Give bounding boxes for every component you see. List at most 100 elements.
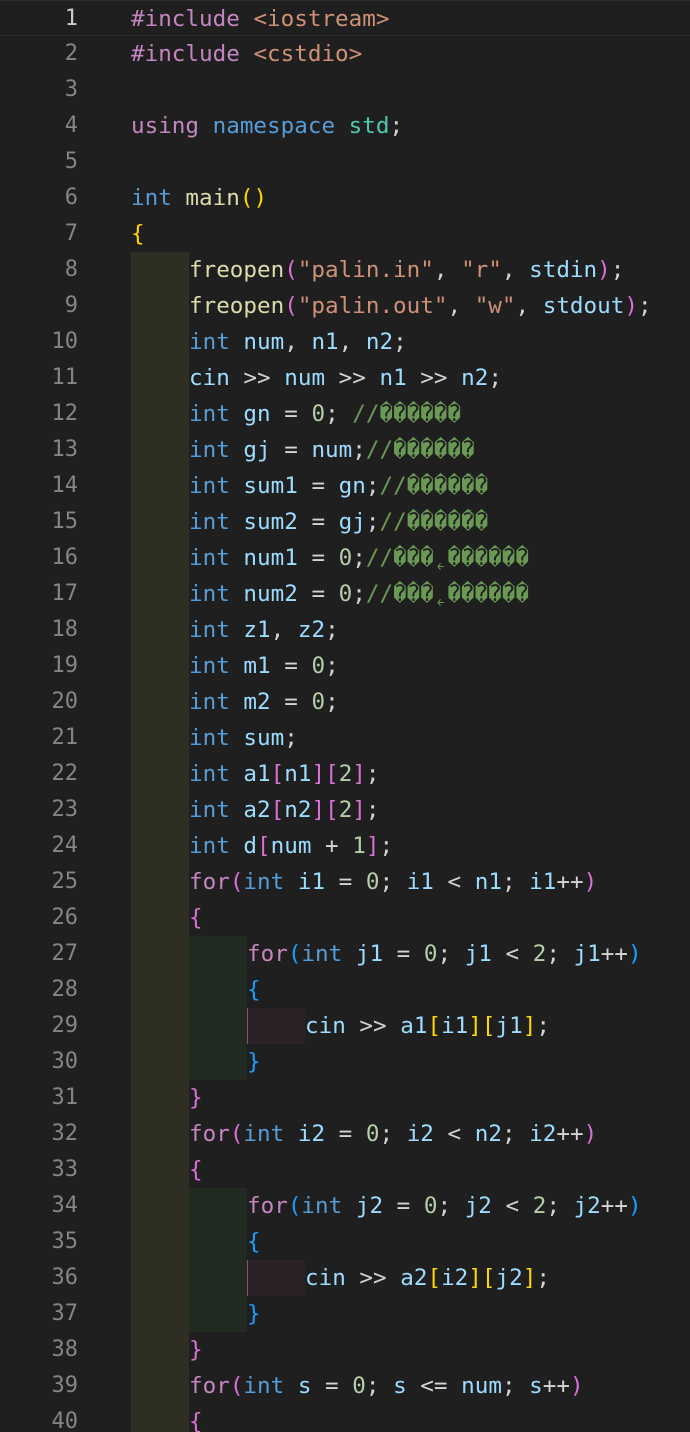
code-token: ] [522,1013,537,1039]
code-line[interactable]: 21 int sum; [0,720,690,756]
code-line[interactable]: 11 cin >> num >> n1 >> n2; [0,360,690,396]
indent-guide [131,1368,189,1404]
code-text: int d[num + 1]; [189,828,393,864]
code-token: n1 [311,329,339,355]
code-token: ( [229,1121,244,1147]
code-token: freopen [189,293,285,319]
code-line[interactable]: 36 cin >> a2[i2][j2]; [0,1260,690,1296]
code-token: ++ [600,941,628,967]
code-line[interactable]: 9 freopen("palin.out", "w", stdout); [0,288,690,324]
code-line[interactable]: 18 int z1, z2; [0,612,690,648]
code-token: n1 [474,869,502,895]
code-line[interactable]: 13 int gj = num;//������ [0,432,690,468]
line-number: 16 [51,545,79,570]
line-number: 15 [51,509,79,534]
code-line[interactable]: 34 for(int j2 = 0; j2 < 2; j2++) [0,1188,690,1224]
line-number: 39 [51,1373,79,1398]
indent-guide [131,720,189,756]
line-number: 1 [64,6,78,31]
code-line[interactable]: 24 int d[num + 1]; [0,828,690,864]
code-line[interactable]: 6 int main() [0,180,690,216]
code-token: ; [437,1193,465,1219]
code-line[interactable]: 2 #include <cstdio> [0,36,690,72]
code-line[interactable]: 25 for(int i1 = 0; i1 < n1; i1++) [0,864,690,900]
code-line[interactable]: 16 int num1 = 0;//���˿������ [0,540,690,576]
line-number: 37 [51,1301,79,1326]
code-line[interactable]: 1 #include <iostream> [0,0,690,36]
code-text: int num1 = 0;//���˿������ [189,540,529,576]
code-text: for(int j1 = 0; j1 < 2; j1++) [247,936,642,972]
code-token: 0 [423,1193,438,1219]
code-token: } [189,1085,203,1111]
code-line[interactable]: 7{ [0,216,690,252]
code-token: ] [365,833,380,859]
code-token: ; [325,401,353,427]
code-token: i1 [297,869,326,895]
code-token: 0 [365,869,380,895]
code-line[interactable]: 5 [0,144,690,180]
code-token: < [433,869,475,895]
code-line[interactable]: 22 int a1[n1][2]; [0,756,690,792]
line-number: 14 [51,473,79,498]
code-token: z1 [243,617,271,643]
code-line[interactable]: 28 { [0,972,690,1008]
code-line[interactable]: 8 freopen("palin.in", "r", stdin); [0,252,690,288]
line-number: 21 [51,725,79,750]
code-line[interactable]: 29 cin >> a1[i1][j1]; [0,1008,690,1044]
code-line[interactable]: 14 int sum1 = gn;//����ܵ�� [0,468,690,504]
code-editor[interactable]: 1 #include <iostream> 2 #include <cstdio> 3 4… [0,0,690,1432]
code-token: s [393,1373,407,1399]
code-line[interactable]: 33 { [0,1152,690,1188]
code-token: cin [305,1265,346,1291]
code-line[interactable]: 20 int m2 = 0; [0,684,690,720]
code-token: = [325,869,366,895]
code-token: sum1 [243,473,298,499]
code-line[interactable]: 40 { [0,1404,690,1432]
indent-guide [131,1296,189,1332]
code-token: //����ܵ�� [379,473,489,499]
indent-guide [131,1116,189,1152]
code-line[interactable]: 37} [0,1296,690,1332]
code-line[interactable]: 30} [0,1044,690,1080]
code-token: s [297,1373,312,1399]
code-line[interactable]: 31} [0,1080,690,1116]
code-line[interactable]: 15 int sum2 = gj;//����ܵ�� [0,504,690,540]
code-token: sum2 [243,509,298,535]
code-token: num1 [243,545,298,571]
code-line[interactable]: 10 int num, n1, n2; [0,324,690,360]
code-token: ; [379,869,407,895]
code-token: freopen [189,257,285,283]
code-line[interactable]: 19 int m1 = 0; [0,648,690,684]
code-token: ; [536,1265,550,1291]
code-text: int sum2 = gj;//����ܵ�� [189,504,488,540]
code-line[interactable]: 4 using namespace std; [0,108,690,144]
line-number: 23 [51,797,79,822]
code-token: for [189,1121,230,1147]
code-token: for [247,1193,288,1219]
code-line[interactable]: 17 int num2 = 0;//���˿������ [0,576,690,612]
code-line[interactable]: 23 int a2[n2][2]; [0,792,690,828]
code-line[interactable]: 32 for(int i2 = 0; i2 < n2; i2++) [0,1116,690,1152]
code-token: a1 [243,761,271,787]
code-line[interactable]: 38} [0,1332,690,1368]
code-token: ][ [468,1265,496,1291]
indent-guide [247,1260,305,1296]
code-token: int [131,185,186,211]
code-text: cin >> a1[i1][j1]; [305,1008,550,1044]
code-token: [ [270,761,285,787]
code-token: { [189,1409,203,1432]
code-line[interactable]: 35 { [0,1224,690,1260]
indent-guide [131,1008,189,1044]
line-number: 7 [64,221,78,246]
code-text: } [189,1332,203,1368]
indent-guide [131,612,189,648]
code-line[interactable]: 12 int gn = 0; //������ [0,396,690,432]
code-line[interactable]: 3 [0,72,690,108]
code-line[interactable]: 39 for(int s = 0; s <= num; s++) [0,1368,690,1404]
code-line[interactable]: 27 for(int j1 = 0; j1 < 2; j1++) [0,936,690,972]
code-token: int [189,761,244,787]
code-token: "r" [461,257,502,283]
code-line[interactable]: 26 { [0,900,690,936]
code-token: = [297,509,339,535]
code-token: s [529,1373,543,1399]
